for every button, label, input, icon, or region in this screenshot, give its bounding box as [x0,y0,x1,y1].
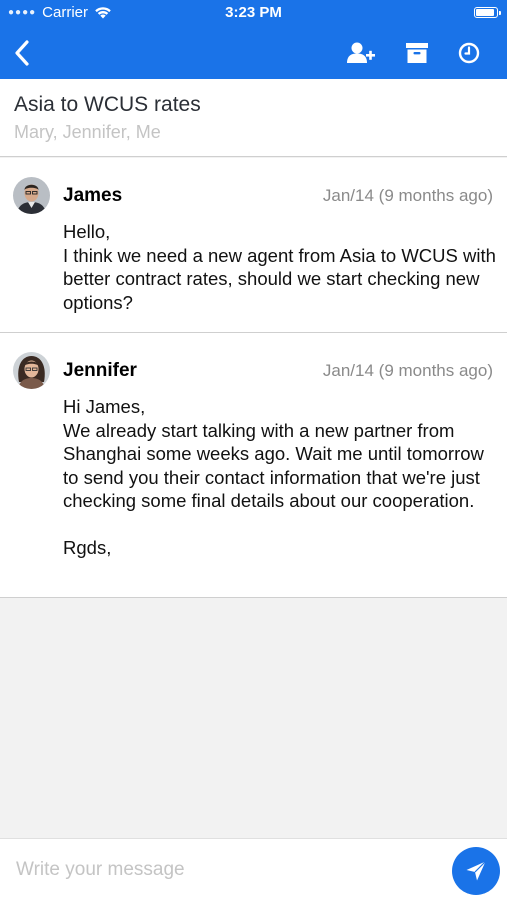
status-bar: ●●●● Carrier 3:23 PM [0,0,507,26]
message-item[interactable]: James Jan/14 (9 months ago) Hello, I thi… [0,158,507,333]
archive-icon [406,42,428,63]
message-composer [0,838,507,900]
battery-icon [474,7,501,18]
clock-icon [458,42,480,63]
message-author: James [63,185,123,206]
avatar[interactable] [13,352,50,389]
add-person-icon [347,42,375,63]
message-body: Hello, I think we need a new agent from … [63,221,496,313]
message-item[interactable]: Jennifer Jan/14 (9 months ago) Hi James,… [0,333,507,598]
send-icon [466,861,486,881]
add-participant-button[interactable] [339,26,383,79]
message-date: Jan/14 (9 months ago) [322,361,493,380]
chevron-left-icon [15,39,29,66]
nav-bar [0,26,507,79]
thread-header: Asia to WCUS rates Mary, Jennifer, Me [0,79,507,157]
message-author: Jennifer [63,360,137,381]
send-button[interactable] [452,847,500,895]
snooze-button[interactable] [447,26,491,79]
archive-button[interactable] [395,26,439,79]
avatar[interactable] [13,177,50,214]
thread-subject: Asia to WCUS rates [14,93,201,116]
status-time: 3:23 PM [225,4,282,21]
back-button[interactable] [0,26,44,79]
message-body: Hi James, We already start talking with … [63,396,484,558]
message-input[interactable] [14,855,438,885]
thread-participants: Mary, Jennifer, Me [14,122,161,142]
message-date: Jan/14 (9 months ago) [322,186,493,205]
